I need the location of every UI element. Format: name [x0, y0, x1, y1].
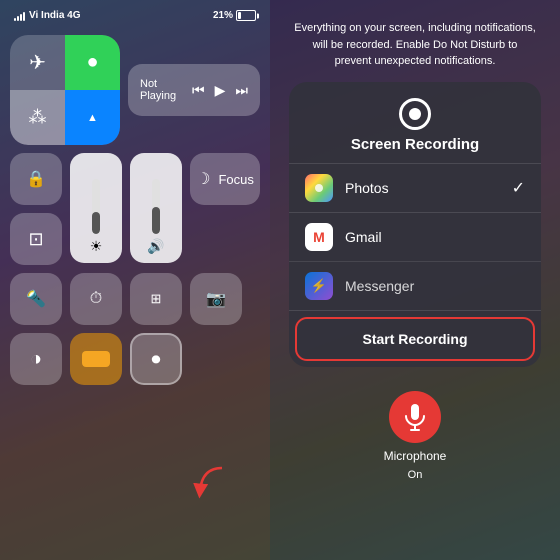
battery-saver-tile[interactable] — [70, 333, 122, 385]
modal-header: Screen Recording — [289, 82, 541, 163]
brightness-icon: ☀ — [90, 238, 103, 255]
focus-tile[interactable]: ☽ Focus — [190, 153, 260, 205]
flashlight-icon: 🔦 — [26, 289, 46, 309]
start-recording-label: Start Recording — [362, 331, 467, 347]
timer-icon: ⏱ — [90, 290, 102, 308]
flashlight-tile[interactable]: 🔦 — [10, 273, 62, 325]
volume-bar — [152, 179, 160, 234]
battery-info: 21% — [213, 10, 256, 21]
left-col: 🔒 ⊡ — [10, 153, 62, 265]
carrier-label: Vi India 4G — [29, 10, 81, 21]
wifi-icon: ● — [86, 51, 98, 74]
dark-mode-icon: ◑ — [30, 348, 42, 371]
calculator-icon: ⊞ — [151, 291, 162, 307]
modal-title: Screen Recording — [351, 136, 479, 153]
microphone-status: On — [408, 469, 423, 481]
wifi-tile[interactable]: ● — [65, 35, 120, 90]
gmail-label: Gmail — [345, 229, 525, 245]
start-recording-inner: Start Recording — [295, 317, 535, 361]
focus-label: Focus — [218, 172, 253, 187]
info-text: Everything on your screen, including not… — [270, 0, 560, 82]
airplane-icon: ✈ — [29, 50, 46, 75]
brightness-bar — [92, 179, 100, 234]
brightness-slider[interactable]: ☀ — [70, 153, 122, 263]
signal-bars — [14, 11, 25, 21]
cellular-tile[interactable]: ▲ — [65, 90, 120, 145]
messenger-label: Messenger — [345, 278, 525, 294]
battery-icon — [236, 10, 256, 21]
check-icon: ✓ — [512, 178, 525, 198]
row-4: ◑ ⏺ — [10, 333, 260, 385]
start-recording-button[interactable]: Start Recording — [289, 310, 541, 367]
camera-tile[interactable]: 📷 — [190, 273, 242, 325]
bluetooth-icon: ⁂ — [29, 107, 47, 128]
next-icon[interactable]: ⏭ — [235, 82, 248, 99]
photos-label: Photos — [345, 180, 500, 196]
status-bar: Vi India 4G 21% — [0, 0, 270, 27]
row-2: 🔒 ⊡ ☀ 🔊 ☽ Focus — [10, 153, 260, 265]
now-playing-tile[interactable]: Not Playing ⏮ ▶ ⏭ — [128, 64, 260, 116]
airplane-tile[interactable]: ✈ — [10, 35, 65, 90]
control-center-grid: ✈ ● ⁂ ▲ Not Playing ⏮ ▶ ⏭ — [0, 27, 270, 393]
row-1: ✈ ● ⁂ ▲ Not Playing ⏮ ▶ ⏭ — [10, 35, 260, 145]
media-controls: ⏮ ▶ ⏭ — [192, 82, 248, 99]
battery-saver-icon — [82, 351, 110, 367]
screen-recording-modal: Screen Recording Photos ✓ M Gmail — [289, 82, 541, 367]
lock-icon: 🔒 — [26, 169, 46, 189]
microphone-button[interactable] — [389, 391, 441, 443]
left-panel: Vi India 4G 21% ✈ ● ⁂ ▲ — [0, 0, 270, 560]
record-circle-icon — [399, 98, 431, 130]
prev-icon[interactable]: ⏮ — [192, 82, 205, 99]
dark-mode-tile[interactable]: ◑ — [10, 333, 62, 385]
screen-record-tile[interactable]: ⏺ — [130, 333, 182, 385]
mirror-icon: ⊡ — [28, 229, 43, 250]
microphone-label: Microphone — [384, 449, 447, 463]
app-list: Photos ✓ M Gmail ⚡ Messenger — [289, 163, 541, 310]
screen-mirror-tile[interactable]: ⊡ — [10, 213, 62, 265]
row-3: 🔦 ⏱ ⊞ 📷 — [10, 273, 260, 325]
right-panel: Everything on your screen, including not… — [270, 0, 560, 560]
play-icon[interactable]: ▶ — [215, 82, 226, 99]
volume-slider[interactable]: 🔊 — [130, 153, 182, 263]
record-dot — [409, 108, 421, 120]
moon-icon: ☽ — [196, 169, 210, 189]
calculator-tile[interactable]: ⊞ — [130, 273, 182, 325]
now-playing-label: Not Playing — [140, 78, 192, 102]
connectivity-group: ✈ ● ⁂ ▲ — [10, 35, 120, 145]
microphone-section: Microphone On — [384, 391, 447, 481]
screen-lock-tile[interactable]: 🔒 — [10, 153, 62, 205]
list-item[interactable]: M Gmail — [289, 212, 541, 261]
list-item[interactable]: ⚡ Messenger — [289, 261, 541, 310]
carrier-info: Vi India 4G — [14, 10, 81, 21]
messenger-app-icon: ⚡ — [305, 272, 333, 300]
bluetooth-tile[interactable]: ⁂ — [10, 90, 65, 145]
photos-app-icon — [305, 174, 333, 202]
camera-icon: 📷 — [206, 289, 226, 309]
battery-percent: 21% — [213, 10, 233, 21]
record-icon: ⏺ — [152, 349, 161, 370]
microphone-icon — [404, 403, 426, 431]
arrow-indicator — [192, 463, 232, 508]
volume-icon: 🔊 — [147, 238, 164, 255]
timer-tile[interactable]: ⏱ — [70, 273, 122, 325]
list-item[interactable]: Photos ✓ — [289, 163, 541, 212]
cellular-icon: ▲ — [87, 112, 98, 124]
gmail-app-icon: M — [305, 223, 333, 251]
